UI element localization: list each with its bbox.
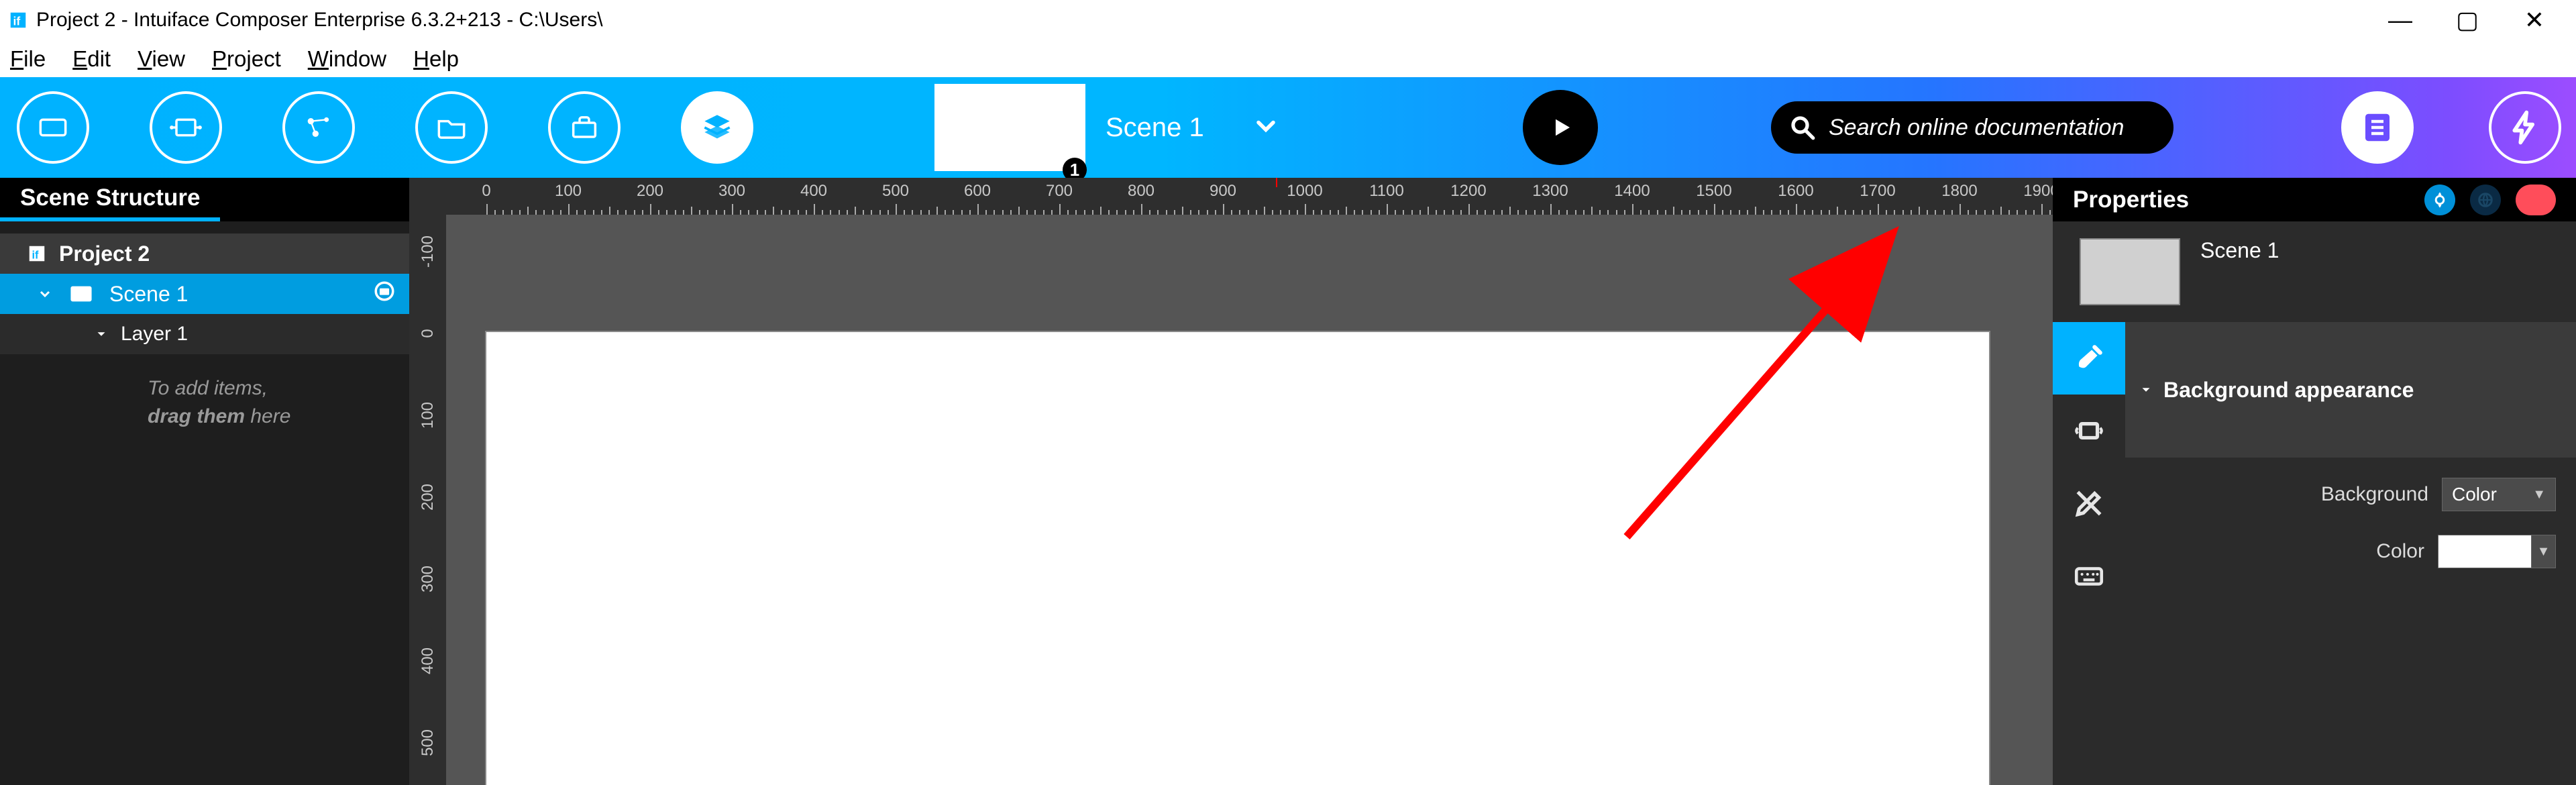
window-title: Project 2 - Intuiface Composer Enterpris… [36, 9, 2387, 32]
property-category-tabs [2053, 322, 2125, 612]
window-maximize-button[interactable]: ▢ [2454, 6, 2481, 34]
ruler-corner [409, 178, 446, 215]
menu-help[interactable]: Help [413, 46, 459, 72]
toolbar-device-button[interactable] [150, 91, 222, 164]
label-color: Color [2376, 540, 2424, 563]
ruler-vertical: -1000100200300400500 [409, 215, 446, 785]
toolbar-folder-button[interactable] [415, 91, 488, 164]
scene-thumbnail[interactable]: 1 [934, 84, 1085, 171]
caret-down-icon [2139, 382, 2153, 397]
ruler-playhead-marker [1276, 178, 1277, 187]
toolbar-briefcase-button[interactable] [548, 91, 621, 164]
canvas-area[interactable]: 0100200300400500600700800900100011001200… [409, 178, 2053, 785]
scene-structure-header: Scene Structure [0, 178, 220, 221]
project-icon: if [27, 244, 47, 264]
scene-icon [70, 285, 93, 303]
properties-tab-tag-icon[interactable] [2516, 185, 2556, 215]
search-input[interactable] [1829, 115, 2156, 141]
tab-keyboard[interactable] [2053, 539, 2125, 612]
scene-name-label: Scene 1 [1106, 113, 1204, 143]
color-swatch[interactable] [2438, 535, 2532, 568]
accordion-title: Background appearance [2163, 378, 2414, 403]
canvas-viewport[interactable] [446, 215, 2053, 785]
svg-text:if: if [13, 15, 21, 28]
chevron-down-icon: ▼ [2532, 487, 2546, 503]
accordion-background-appearance[interactable]: Background appearance [2125, 322, 2576, 458]
toolbar-layers-button[interactable] [681, 91, 753, 164]
play-button[interactable] [1523, 90, 1598, 165]
color-swatch-dropdown[interactable]: ▼ [2532, 535, 2556, 568]
properties-panel: Properties Scene 1 [2053, 178, 2576, 785]
tree-scene-row[interactable]: Scene 1 [0, 274, 409, 314]
display-icon [2072, 414, 2106, 448]
caret-down-icon [94, 327, 109, 342]
brush-icon [2072, 342, 2106, 375]
properties-header: Properties [2053, 178, 2576, 221]
toolbar-checklist-button[interactable] [2341, 91, 2414, 164]
tree-empty-hint: To add items, drag them here [0, 354, 409, 431]
search-icon [1788, 113, 1817, 142]
app-icon: if [8, 10, 28, 30]
search-documentation[interactable] [1771, 101, 2174, 154]
menubar: File Edit View Project Window Help [0, 40, 2576, 77]
dropdown-background-value: Color [2452, 484, 2497, 505]
scene-visibility-icon[interactable] [373, 280, 396, 308]
main-toolbar: 1 Scene 1 [0, 77, 2576, 178]
properties-title: Properties [2073, 187, 2189, 213]
property-thumbnail [2080, 238, 2180, 305]
properties-tab-props-icon[interactable] [2424, 185, 2455, 215]
tree-scene-label: Scene 1 [109, 282, 188, 307]
menu-file[interactable]: File [10, 46, 46, 72]
tree-project-row[interactable]: if Project 2 [0, 233, 409, 274]
window-close-button[interactable]: ✕ [2521, 6, 2548, 34]
tree-project-label: Project 2 [59, 242, 150, 266]
dropdown-background-type[interactable]: Color ▼ [2442, 478, 2556, 511]
tree-layer-row[interactable]: Layer 1 [0, 314, 409, 354]
tab-appearance[interactable] [2053, 322, 2125, 395]
window-minimize-button[interactable]: — [2387, 6, 2414, 34]
tree-layer-label: Layer 1 [121, 323, 188, 346]
chevron-down-icon [37, 286, 53, 302]
toolbar-triggers-button[interactable] [2489, 91, 2561, 164]
scene-dropdown-chevron[interactable] [1251, 111, 1281, 144]
scene-artboard[interactable] [486, 332, 1989, 785]
scene-structure-panel: Scene Structure if Project 2 Scene 1 Lay… [0, 178, 409, 785]
toolbar-rectangle-button[interactable] [17, 91, 89, 164]
svg-text:if: if [32, 250, 40, 262]
menu-edit[interactable]: Edit [72, 46, 111, 72]
menu-window[interactable]: Window [308, 46, 386, 72]
scene-structure-title: Scene Structure [20, 185, 200, 211]
menu-project[interactable]: Project [212, 46, 281, 72]
label-background: Background [2321, 483, 2428, 506]
tab-display[interactable] [2053, 395, 2125, 467]
ruler-horizontal: 0100200300400500600700800900100011001200… [446, 178, 2053, 215]
keyboard-icon [2072, 559, 2106, 592]
pencil-cross-icon [2072, 486, 2106, 520]
tab-behaviors[interactable] [2053, 467, 2125, 539]
property-scene-name: Scene 1 [2200, 238, 2279, 263]
window-titlebar: if Project 2 - Intuiface Composer Enterp… [0, 0, 2576, 40]
menu-view[interactable]: View [138, 46, 185, 72]
toolbar-nodes-button[interactable] [282, 91, 355, 164]
properties-tab-globe-icon[interactable] [2470, 185, 2501, 215]
